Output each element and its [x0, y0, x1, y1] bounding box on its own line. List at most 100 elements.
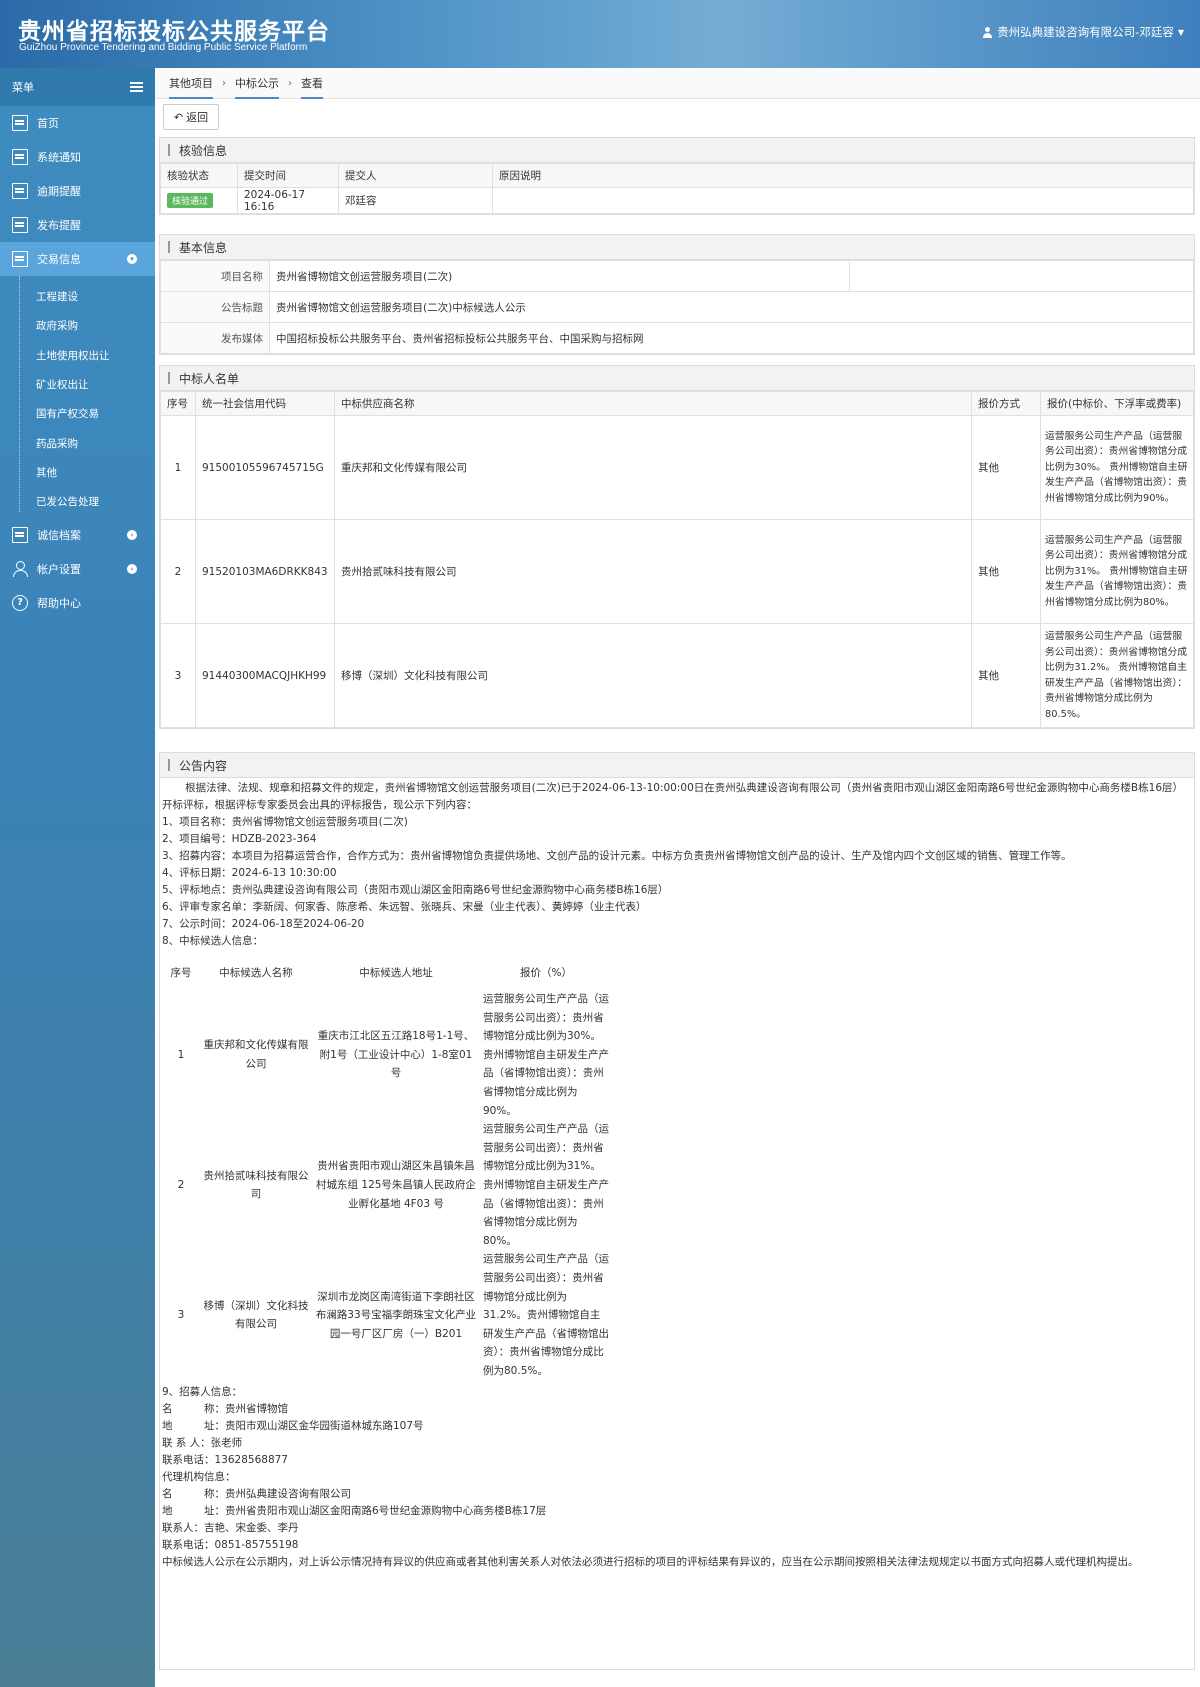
sidebar-item-trade-info[interactable]: 交易信息 ▾	[0, 242, 155, 276]
notice-line: 8、中标候选人信息：	[162, 935, 264, 947]
column-header: 原因说明	[492, 163, 1194, 188]
row-number: 3	[177, 1309, 185, 1322]
sidebar-item-system-notice[interactable]: 系统通知	[0, 140, 155, 174]
user-icon	[12, 561, 28, 578]
breadcrumb-item[interactable]: 其他项目	[169, 75, 213, 99]
candidate-name: 移博（深圳）文化科技有限公司	[203, 1299, 309, 1331]
sidebar-item-account[interactable]: 帐户设置 ›	[0, 552, 155, 586]
list-icon	[12, 183, 28, 199]
sidebar-item-label: 发布提醒	[37, 219, 81, 232]
price-method: 其他	[971, 415, 1041, 520]
sidebar-item-label: 诚信档案	[37, 529, 81, 543]
submitter-cell: 邓廷容	[338, 187, 493, 214]
notice-line: 3、招募内容：本项目为招募运营合作，合作方式为：贵州省博物馆负责提供场地、文创产…	[162, 850, 1072, 862]
row-number: 1	[160, 415, 196, 520]
winner-list-panel: 中标人名单 序号 统一社会信用代码 中标供应商名称 报价方式 报价(中标价、下浮…	[159, 365, 1195, 729]
top-header: 贵州省招标投标公共服务平台 GuiZhou Province Tendering…	[0, 0, 1200, 68]
table-row: 2 贵州拾贰味科技有限公司 贵州省贵阳市观山湖区朱昌镇朱昌村城东组 125号朱昌…	[162, 1120, 612, 1250]
notice-line: 名 称：贵州弘典建设咨询有限公司	[162, 1488, 351, 1501]
user-icon	[982, 26, 993, 38]
submenu-item[interactable]: 国有产权交易	[0, 399, 155, 428]
field-value: 贵州省博物馆文创运营服务项目(二次)	[269, 260, 850, 292]
price-detail: 运营服务公司生产产品（运营服务公司出资）：贵州省博物馆分成比例为30%。 贵州博…	[1040, 415, 1194, 520]
sidebar-item-label: 帮助中心	[37, 597, 81, 611]
notice-intro: 根据法律、法规、规章和招募文件的规定，贵州省博物馆文创运营服务项目(二次)已于2…	[162, 782, 1183, 811]
user-menu[interactable]: 贵州弘典建设咨询有限公司-邓廷容 ▼	[982, 24, 1184, 40]
candidate-price: 运营服务公司生产产品（运营服务公司出资）：贵州省博物馆分成比例为30%。贵州博物…	[483, 993, 609, 1117]
chevron-right-icon: ›	[127, 530, 137, 541]
status-badge: 核验通过	[167, 193, 214, 208]
candidate-name: 贵州拾贰味科技有限公司	[203, 1169, 309, 1201]
caret-down-icon: ▼	[1177, 27, 1184, 37]
price-detail: 运营服务公司生产产品（运营服务公司出资）：贵州省博物馆分成比例为31%。 贵州博…	[1040, 519, 1194, 624]
submenu-item[interactable]: 药品采购	[0, 428, 155, 457]
menu-header: 菜单	[0, 68, 155, 106]
submenu-item[interactable]: 矿业权出让	[0, 370, 155, 399]
notice-line: 7、公示时间：2024-06-18至2024-06-20	[162, 918, 365, 930]
notice-line: 联系电话：13628568877	[162, 1454, 288, 1467]
sidebar-item-overdue[interactable]: 逾期提醒	[0, 174, 155, 208]
submenu-item[interactable]: 其他	[0, 458, 155, 487]
hamburger-icon[interactable]	[130, 82, 143, 92]
row-number: 2	[160, 519, 196, 624]
credit-code: 91500105596745715G	[195, 415, 335, 520]
field-label: 项目名称	[160, 260, 270, 292]
notice-line: 名 称：贵州省博物馆	[162, 1403, 288, 1416]
submenu-item[interactable]: 土地使用权出让	[0, 341, 155, 370]
notice-line: 联 系 人：张老师	[162, 1437, 243, 1450]
notice-line: 1、项目名称：贵州省博物馆文创运营服务项目(二次)	[162, 816, 408, 828]
row-number: 1	[177, 1048, 185, 1061]
sidebar-item-credit[interactable]: 诚信档案 ›	[0, 518, 155, 552]
notice-line: 4、评标日期：2024-6-13 10:30:00	[162, 867, 337, 879]
column-header: 中标候选人地址	[359, 966, 433, 979]
table-row: 2 91520103MA6DRKK843 贵州拾贰味科技有限公司 其他 运营服务…	[160, 519, 1194, 624]
column-header: 核验状态	[160, 163, 238, 188]
trade-submenu: 工程建设 政府采购 土地使用权出让 矿业权出让 国有产权交易 药品采购 其他 已…	[0, 276, 155, 518]
candidate-address: 重庆市江北区五江路18号1-1号、附1号（工业设计中心）1-8室01号	[317, 1030, 475, 1080]
notice-line: 联系电话：0851-85755198	[162, 1539, 299, 1552]
submenu-item[interactable]: 政府采购	[0, 311, 155, 340]
back-icon: ↶	[173, 110, 184, 124]
sidebar-item-label: 首页	[37, 117, 59, 130]
notice-line: 地 址：贵阳市观山湖区金华园街道林城东路107号	[162, 1420, 424, 1433]
chevron-right-icon: ›	[127, 564, 137, 575]
breadcrumb: 其他项目 › 中标公示 › 查看	[155, 68, 1200, 99]
sidebar-item-label: 系统通知	[37, 151, 81, 164]
sidebar: 菜单 首页 系统通知 逾期提醒 发布提醒 交易信息 ▾ 工程建设 政府采购 土地…	[0, 68, 155, 1687]
main-content: 其他项目 › 中标公示 › 查看 ↶ 返回 核验信息 核验状态 提交时间 提交人…	[155, 68, 1200, 1687]
column-header: 提交人	[338, 163, 493, 188]
notice-line: 6、评审专家名单：李新阔、何家香、陈彦希、朱远智、张晓兵、宋曼（业主代表）、黄婷…	[162, 901, 647, 913]
notice-line: 地 址：贵州省贵阳市观山湖区金阳南路6号世纪金源购物中心商务楼B栋17层	[162, 1505, 547, 1518]
back-button[interactable]: ↶ 返回	[163, 104, 219, 130]
candidate-price: 运营服务公司生产产品（运营服务公司出资）：贵州省博物馆分成比例为31.2%。贵州…	[483, 1253, 609, 1377]
breadcrumb-item[interactable]: 中标公示	[235, 75, 279, 99]
back-label: 返回	[186, 111, 209, 124]
field-value: 贵州省博物馆文创运营服务项目(二次)中标候选人公示	[269, 291, 1194, 323]
breadcrumb-item[interactable]: 查看	[301, 75, 323, 99]
chevron-right-icon: ›	[288, 77, 292, 89]
notice-body: 根据法律、法规、规章和招募文件的规定，贵州省博物馆文创运营服务项目(二次)已于2…	[160, 778, 1194, 1571]
sidebar-item-help[interactable]: ? 帮助中心	[0, 586, 155, 620]
column-header: 提交时间	[237, 163, 339, 188]
field-label: 发布媒体	[160, 322, 270, 354]
price-method: 其他	[971, 623, 1041, 728]
submenu-item[interactable]: 工程建设	[0, 282, 155, 311]
candidate-price: 运营服务公司生产产品（运营服务公司出资）：贵州省博物馆分成比例为31%。贵州博物…	[483, 1123, 609, 1247]
chevron-right-icon: ›	[222, 77, 226, 89]
table-row: 3 移博（深圳）文化科技有限公司 深圳市龙岗区南湾街道下李朗社区布澜路33号宝福…	[162, 1250, 612, 1380]
column-header: 中标供应商名称	[334, 391, 972, 416]
candidate-address: 深圳市龙岗区南湾街道下李朗社区布澜路33号宝福李朗珠宝文化产业园一号厂区厂房（一…	[315, 1290, 477, 1340]
sidebar-item-publish-reminder[interactable]: 发布提醒	[0, 208, 155, 242]
supplier-name: 移博（深圳）文化科技有限公司	[334, 623, 972, 728]
table-row: 1 重庆邦和文化传媒有限公司 重庆市江北区五江路18号1-1号、附1号（工业设计…	[162, 990, 612, 1120]
row-number: 2	[177, 1178, 185, 1191]
submenu-item[interactable]: 已发公告处理	[0, 487, 155, 516]
help-icon: ?	[12, 595, 28, 612]
site-subtitle: GuiZhou Province Tendering and Bidding P…	[19, 42, 308, 53]
notice-line: 中标候选人公示在公示期内，对上诉公示情况持有异议的供应商或者其他利害关系人对依法…	[162, 1556, 1139, 1569]
panel-title: 基本信息	[160, 235, 1194, 260]
notice-line: 9、招募人信息：	[162, 1386, 243, 1399]
column-header: 中标候选人名称	[219, 966, 293, 979]
field-value: 中国招标投标公共服务平台、贵州省招标投标公共服务平台、中国采购与招标网	[269, 322, 1194, 354]
sidebar-item-home[interactable]: 首页	[0, 106, 155, 140]
